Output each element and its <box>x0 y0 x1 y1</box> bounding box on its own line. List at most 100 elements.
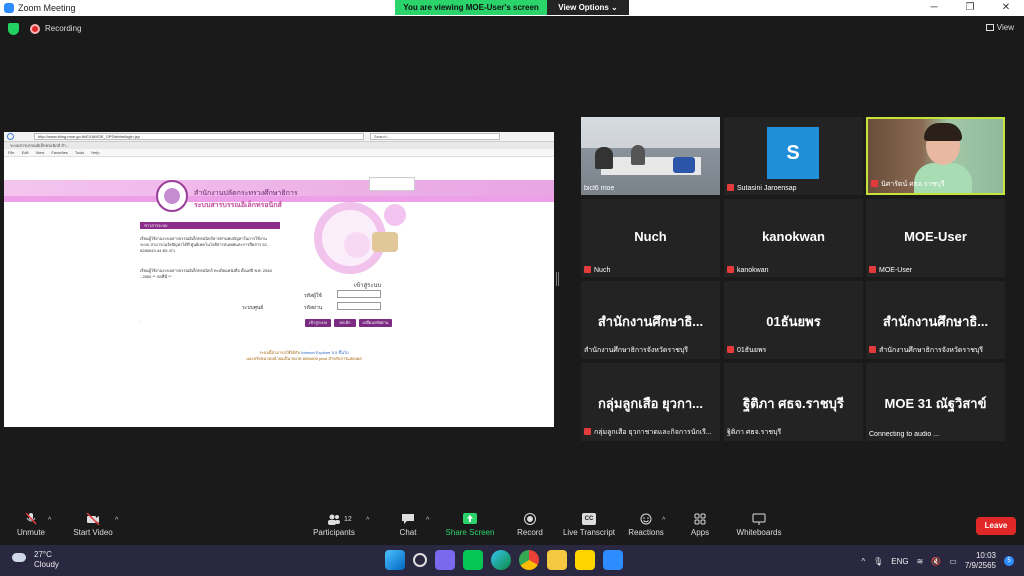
time: 10:03 <box>975 551 996 560</box>
file-explorer-icon[interactable] <box>547 550 567 570</box>
participant-name: kanokwan <box>727 266 769 274</box>
participant-display-name: กลุ่มลูกเสือ ยุวกา... <box>598 396 703 411</box>
leave-button[interactable]: Leave <box>976 517 1016 535</box>
participant-tile[interactable]: MOE 31 ณัฐวิสาข์ Connecting to audio ... <box>866 363 1005 441</box>
chevron-up-icon[interactable]: ^ <box>861 557 865 566</box>
share-screen-button[interactable]: Share Screen <box>444 513 496 537</box>
footer-note-text: และปรับขนาดหน้าจอเป็น ขนาด 800x600 pixel… <box>246 356 362 361</box>
microphone-muted-icon <box>727 266 734 273</box>
participant-name-text: Connecting to audio ... <box>869 431 940 438</box>
participant-name-text: นิศารัตน์ ศธจ.ราชบุรี <box>881 181 945 188</box>
participant-tile[interactable]: สำนักงานศึกษาธิ... สำนักงานศึกษาธิการจังห… <box>866 281 1005 359</box>
participant-tile[interactable]: S Sutasini Jaroensap <box>724 117 863 195</box>
person <box>595 147 613 169</box>
battery-icon[interactable]: ▭ <box>949 557 957 566</box>
chair <box>673 157 695 173</box>
browser-tab[interactable]: ระบบสารบรรณอิเล็กทรอนิกส์ สำ... <box>4 142 554 149</box>
participant-display-name: สำนักงานศึกษาธิ... <box>882 314 989 329</box>
participant-tile[interactable]: กลุ่มลูกเสือ ยุวกา... กลุ่มลูกเสือ ยุวกาช… <box>581 363 720 441</box>
participant-display-name: MOE 31 ณัฐวิสาข์ <box>884 396 987 411</box>
cancel-button[interactable]: ยกเลิก <box>334 319 356 327</box>
speaker-muted-icon[interactable]: 🔇 <box>931 557 941 566</box>
panel-splitter[interactable] <box>556 272 559 286</box>
start-video-button[interactable]: Start Video <box>70 513 116 537</box>
book-icon <box>372 232 398 252</box>
participant-name: นิศารัตน์ ศธจ.ราชบุรี <box>871 179 945 190</box>
chat-button[interactable]: Chat <box>394 513 422 537</box>
microphone-muted-icon <box>871 180 878 187</box>
unmute-button[interactable]: Unmute <box>14 513 48 537</box>
zoom-app-icon[interactable] <box>603 550 623 570</box>
cloud-icon <box>12 553 26 562</box>
participant-tile[interactable]: สำนักงานศึกษาธิ... สำนักงานศึกษาธิการจังห… <box>581 281 720 359</box>
login-button[interactable]: เข้าสู่ระบบ <box>305 319 331 327</box>
chat-app-icon[interactable] <box>435 550 455 570</box>
chevron-up-icon[interactable]: ^ <box>48 517 51 524</box>
avatar: S <box>767 127 819 179</box>
participant-tile[interactable]: 01ธันยพร 01ธันยพร <box>724 281 863 359</box>
bullet: . <box>140 318 142 324</box>
menu-tools[interactable]: Tools <box>75 150 84 155</box>
username-field[interactable] <box>337 290 381 298</box>
browser-search[interactable]: Search... <box>370 133 500 140</box>
windows-start-icon[interactable] <box>385 550 405 570</box>
chevron-up-icon[interactable]: ^ <box>366 517 369 524</box>
participants-count: 12 <box>344 516 352 523</box>
minimize-icon[interactable]: ─ <box>916 0 952 16</box>
menu-file[interactable]: File <box>8 150 14 155</box>
clock[interactable]: 10:03 7/9/2565 <box>965 551 996 571</box>
language-indicator[interactable]: ENG <box>891 557 908 566</box>
whiteboard-icon <box>752 513 766 525</box>
participant-tile[interactable]: ฐิติภา ศธจ.ราชบุรี ฐิติภา ศธจ.ราชบุรี <box>724 363 863 441</box>
participant-name: bict6 moe <box>584 185 614 192</box>
password-field[interactable] <box>337 302 381 310</box>
start-video-label: Start Video <box>73 528 113 537</box>
participant-display-name: MOE-User <box>904 229 967 244</box>
reactions-button[interactable]: Reactions <box>626 513 666 537</box>
menu-help[interactable]: Help <box>91 150 99 155</box>
chevron-up-icon[interactable]: ^ <box>426 517 429 524</box>
username-label: รหัสผู้ใช้ <box>304 293 322 299</box>
view-button[interactable]: View <box>985 23 1014 32</box>
record-button[interactable]: Record <box>513 513 547 537</box>
view-label: View <box>996 23 1014 32</box>
participant-name: Sutasini Jaroensap <box>727 184 797 192</box>
chrome-browser-icon[interactable] <box>519 550 539 570</box>
apps-label: Apps <box>690 528 710 537</box>
notification-badge[interactable]: 5 <box>1004 556 1014 566</box>
site-title: สำนักงานปลัดกระทรวงศึกษาธิการ <box>194 190 298 197</box>
menu-edit[interactable]: Edit <box>22 150 29 155</box>
weather-widget[interactable]: 27°C Cloudy <box>12 550 59 570</box>
participant-tile[interactable]: kanokwan kanokwan <box>724 199 863 277</box>
menu-view[interactable]: View <box>36 150 45 155</box>
participant-tile[interactable]: Nuch Nuch <box>581 199 720 277</box>
search-icon[interactable] <box>413 553 427 567</box>
microphone-icon[interactable]: 🎙 <box>873 557 883 566</box>
security-shield-icon[interactable] <box>8 23 19 35</box>
share-screen-label: Share Screen <box>445 528 495 537</box>
line-app-icon[interactable] <box>463 550 483 570</box>
whiteboards-button[interactable]: Whiteboards <box>734 513 784 537</box>
chevron-up-icon[interactable]: ^ <box>115 517 118 524</box>
microphone-muted-icon <box>25 513 37 525</box>
chevron-up-icon[interactable]: ^ <box>662 517 665 524</box>
news-text: เรียนผู้ใช้งานระบบสารบรรณอิเล็กทรอนิกส์ … <box>140 268 272 279</box>
participant-name-text: ฐิติภา ศธจ.ราชบุรี <box>727 429 782 436</box>
apps-button[interactable]: Apps <box>687 513 713 537</box>
participant-tile[interactable]: MOE-User MOE-User <box>866 199 1005 277</box>
date: 7/9/2565 <box>964 561 996 570</box>
change-password-button[interactable]: เปลี่ยนรหัสผ่าน <box>359 319 392 327</box>
view-options-button[interactable]: View Options ⌄ <box>547 0 629 15</box>
maximize-icon[interactable]: ❐ <box>952 0 988 16</box>
participant-tile[interactable]: นิศารัตน์ ศธจ.ราชบุรี <box>866 117 1005 195</box>
participant-tile[interactable]: bict6 moe <box>581 117 720 195</box>
menu-favorites[interactable]: Favorites <box>51 150 67 155</box>
wifi-icon[interactable]: ≋ <box>917 557 924 566</box>
browser-url[interactable]: http://www.thing.moe.go.th/EXAMOE_OPS/eb… <box>34 133 364 140</box>
microphone-muted-icon <box>869 346 876 353</box>
back-icon[interactable] <box>7 133 14 140</box>
sticky-notes-icon[interactable] <box>575 550 595 570</box>
live-transcript-button[interactable]: CC Live Transcript <box>560 513 618 537</box>
close-icon[interactable]: ✕ <box>988 0 1024 16</box>
edge-browser-icon[interactable] <box>491 550 511 570</box>
